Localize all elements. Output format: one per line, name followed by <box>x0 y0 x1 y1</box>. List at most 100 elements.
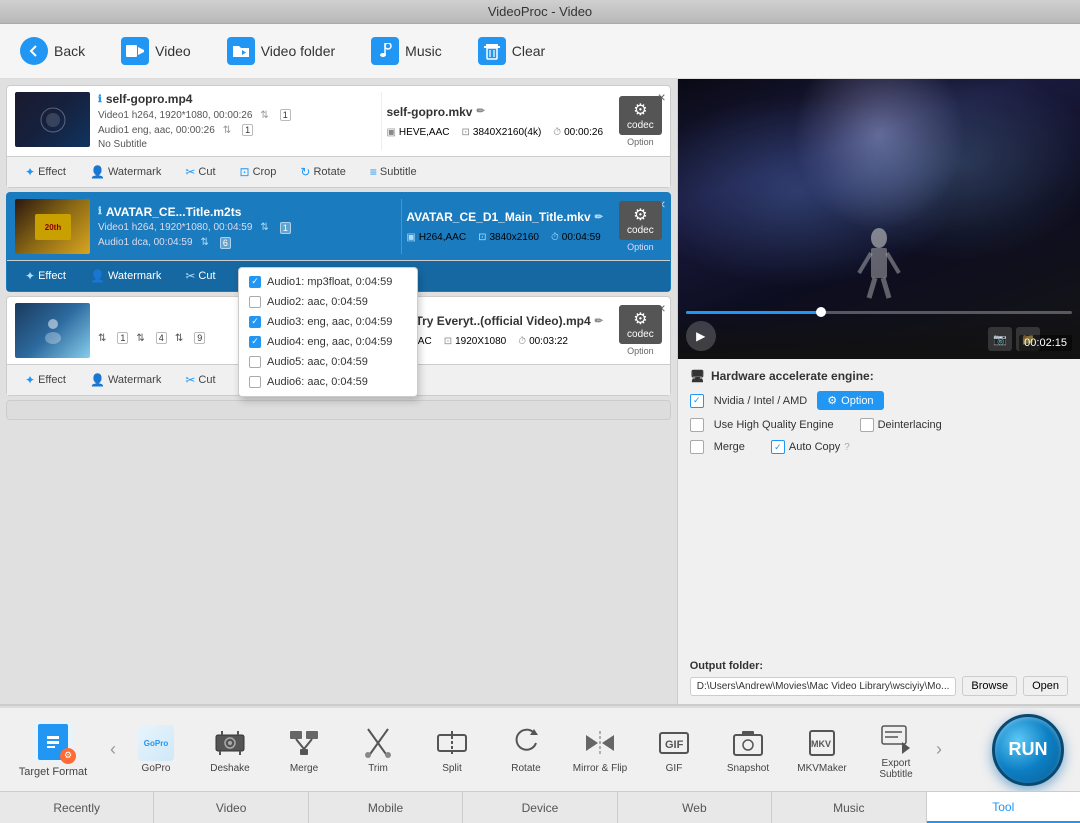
tool-mkvmaker[interactable]: MKV MKVMaker <box>786 719 858 780</box>
tool-deshake[interactable]: Deshake <box>194 719 266 780</box>
merge-icon <box>286 725 322 761</box>
cut-button-1[interactable]: ✂ Cut <box>175 161 225 183</box>
music-icon <box>371 37 399 65</box>
subtitle-button-1[interactable]: ≡ Subtitle <box>360 161 427 183</box>
video-button[interactable]: Video <box>113 33 199 69</box>
tab-recently[interactable]: Recently <box>0 792 154 823</box>
edit-output-name-2[interactable]: ✏ <box>595 212 603 223</box>
video-icon <box>121 37 149 65</box>
audio-option-2[interactable]: Audio2: aac, 0:04:59 <box>239 292 417 312</box>
scroll-right-button[interactable]: › <box>932 735 946 764</box>
option-label-1[interactable]: Option <box>627 137 654 147</box>
high-quality-checkbox[interactable] <box>690 418 704 432</box>
nvidia-row: ✓ Nvidia / Intel / AMD ⚙ Option <box>690 391 1068 410</box>
codec-button-2[interactable]: ⚙ codec <box>619 201 662 240</box>
option-label-3[interactable]: Option <box>627 346 654 356</box>
tool-trim[interactable]: Trim <box>342 719 414 780</box>
action-bar-1: ✦ Effect 👤 Watermark ✂ Cut ⊡ Crop <box>7 156 670 187</box>
music-button[interactable]: Music <box>363 33 450 69</box>
tab-music[interactable]: Music <box>772 792 926 823</box>
tool-split[interactable]: Split <box>416 719 488 780</box>
watermark-button-2[interactable]: 👤 Watermark <box>80 265 171 287</box>
audio-option-6[interactable]: Audio6: aac, 0:04:59 <box>239 372 417 392</box>
tab-device[interactable]: Device <box>463 792 617 823</box>
screenshot-button[interactable]: 📷 <box>988 327 1012 351</box>
browse-button[interactable]: Browse <box>962 676 1017 696</box>
file-1-audio-info: Audio1 eng, aac, 00:00:26 ⇅ 1 <box>98 124 373 136</box>
file-1-thumbnail <box>15 92 90 147</box>
scrubber-fill <box>686 311 821 314</box>
rotate-button-1[interactable]: ↻ Rotate <box>290 161 355 183</box>
subtitle-icon: ≡ <box>370 165 377 179</box>
run-button-wrap: RUN <box>992 714 1064 786</box>
codec-button-1[interactable]: ⚙ codec <box>619 96 662 135</box>
audio-option-4[interactable]: ✓ Audio4: eng, aac, 0:04:59 <box>239 332 417 352</box>
file-item-2: × 20th ℹ AVATAR_CE...Title.m2ts <box>6 192 671 292</box>
stage-figure <box>849 223 909 303</box>
hw-option-button[interactable]: ⚙ Option <box>817 391 883 410</box>
tool-rotate[interactable]: Rotate <box>490 719 562 780</box>
file-2-output: AVATAR_CE_D1_Main_Title.mkv ✏ ▣ H264,AAC… <box>401 199 607 254</box>
tab-tool[interactable]: Tool <box>927 792 1080 823</box>
video-folder-button[interactable]: Video folder <box>219 33 343 69</box>
effect-button-2[interactable]: ✦ Effect <box>15 265 76 287</box>
snapshot-icon <box>730 725 766 761</box>
scrubber-handle[interactable] <box>816 307 826 317</box>
file-item-4 <box>6 400 671 420</box>
audio-track-dropdown: ✓ Audio1: mp3float, 0:04:59 Audio2: aac,… <box>238 267 418 397</box>
tool-gopro[interactable]: GoPro GoPro <box>120 719 192 780</box>
rotate-tool-icon <box>508 725 544 761</box>
watermark-button-1[interactable]: 👤 Watermark <box>80 161 171 183</box>
tab-web[interactable]: Web <box>618 792 772 823</box>
split-icon <box>434 725 470 761</box>
edit-output-name-1[interactable]: ✏ <box>476 106 484 117</box>
file-list: × ℹ self-gopro.mp4 Video1 h264, 1920*1 <box>0 79 677 704</box>
option-label-2[interactable]: Option <box>627 242 654 252</box>
tool-snapshot[interactable]: Snapshot <box>712 719 784 780</box>
output-folder-label: Output folder: <box>690 660 1068 672</box>
watermark-icon-3: 👤 <box>90 373 105 387</box>
scroll-left-button[interactable]: ‹ <box>106 735 120 764</box>
high-quality-row: Use High Quality Engine Deinterlacing <box>690 418 1068 432</box>
effect-button-1[interactable]: ✦ Effect <box>15 161 76 183</box>
audio-check-1: ✓ <box>249 276 261 288</box>
merge-checkbox[interactable] <box>690 440 704 454</box>
play-button[interactable]: ▶ <box>686 321 716 351</box>
cut-button-2[interactable]: ✂ Cut <box>175 265 225 287</box>
back-button[interactable]: Back <box>12 33 93 69</box>
run-button[interactable]: RUN <box>992 714 1064 786</box>
app-title: VideoProc - Video <box>488 4 592 19</box>
file-3-thumbnail <box>15 303 90 358</box>
watermark-icon: 👤 <box>90 165 105 179</box>
audio-option-5[interactable]: Audio5: aac, 0:04:59 <box>239 352 417 372</box>
tool-gif[interactable]: GIF GIF <box>638 719 710 780</box>
file-1-meta: ℹ self-gopro.mp4 Video1 h264, 1920*1080,… <box>98 92 373 150</box>
audio-option-1[interactable]: ✓ Audio1: mp3float, 0:04:59 <box>239 272 417 292</box>
tab-video[interactable]: Video <box>154 792 308 823</box>
edit-output-name-3[interactable]: ✏ <box>595 316 603 327</box>
watermark-button-3[interactable]: 👤 Watermark <box>80 369 171 391</box>
gear-icon: ⚙ <box>827 394 837 407</box>
cut-button-3[interactable]: ✂ Cut <box>175 369 225 391</box>
audio-option-3[interactable]: ✓ Audio3: eng, aac, 0:04:59 <box>239 312 417 332</box>
tool-mirror-flip[interactable]: Mirror & Flip <box>564 719 636 780</box>
auto-copy-checkbox[interactable]: ✓ <box>771 440 785 454</box>
tool-merge[interactable]: Merge <box>268 719 340 780</box>
scrubber[interactable] <box>686 311 1072 314</box>
hardware-title: 🖥 Hardware accelerate engine: <box>690 369 1068 383</box>
file-1-subtitle-info: No Subtitle <box>98 139 373 150</box>
video-preview: ▶ 📷 📁 00:02:15 <box>678 79 1080 359</box>
deinterlacing-checkbox[interactable] <box>860 418 874 432</box>
tool-export-subtitle[interactable]: Export Subtitle <box>860 714 932 786</box>
tab-mobile[interactable]: Mobile <box>309 792 463 823</box>
clear-button[interactable]: Clear <box>470 33 553 69</box>
nvidia-checkbox[interactable]: ✓ <box>690 394 704 408</box>
codec-button-3[interactable]: ⚙ codec <box>619 305 662 344</box>
output-folder-row: D:\Users\Andrew\Movies\Mac Video Library… <box>690 676 1068 696</box>
open-button[interactable]: Open <box>1023 676 1068 696</box>
crop-button-1[interactable]: ⊡ Crop <box>230 161 287 183</box>
effect-button-3[interactable]: ✦ Effect <box>15 369 76 391</box>
auto-copy-help[interactable]: ? <box>844 442 850 453</box>
file-1-video-info: Video1 h264, 1920*1080, 00:00:26 ⇅ 1 <box>98 109 373 121</box>
audio-check-5 <box>249 356 261 368</box>
